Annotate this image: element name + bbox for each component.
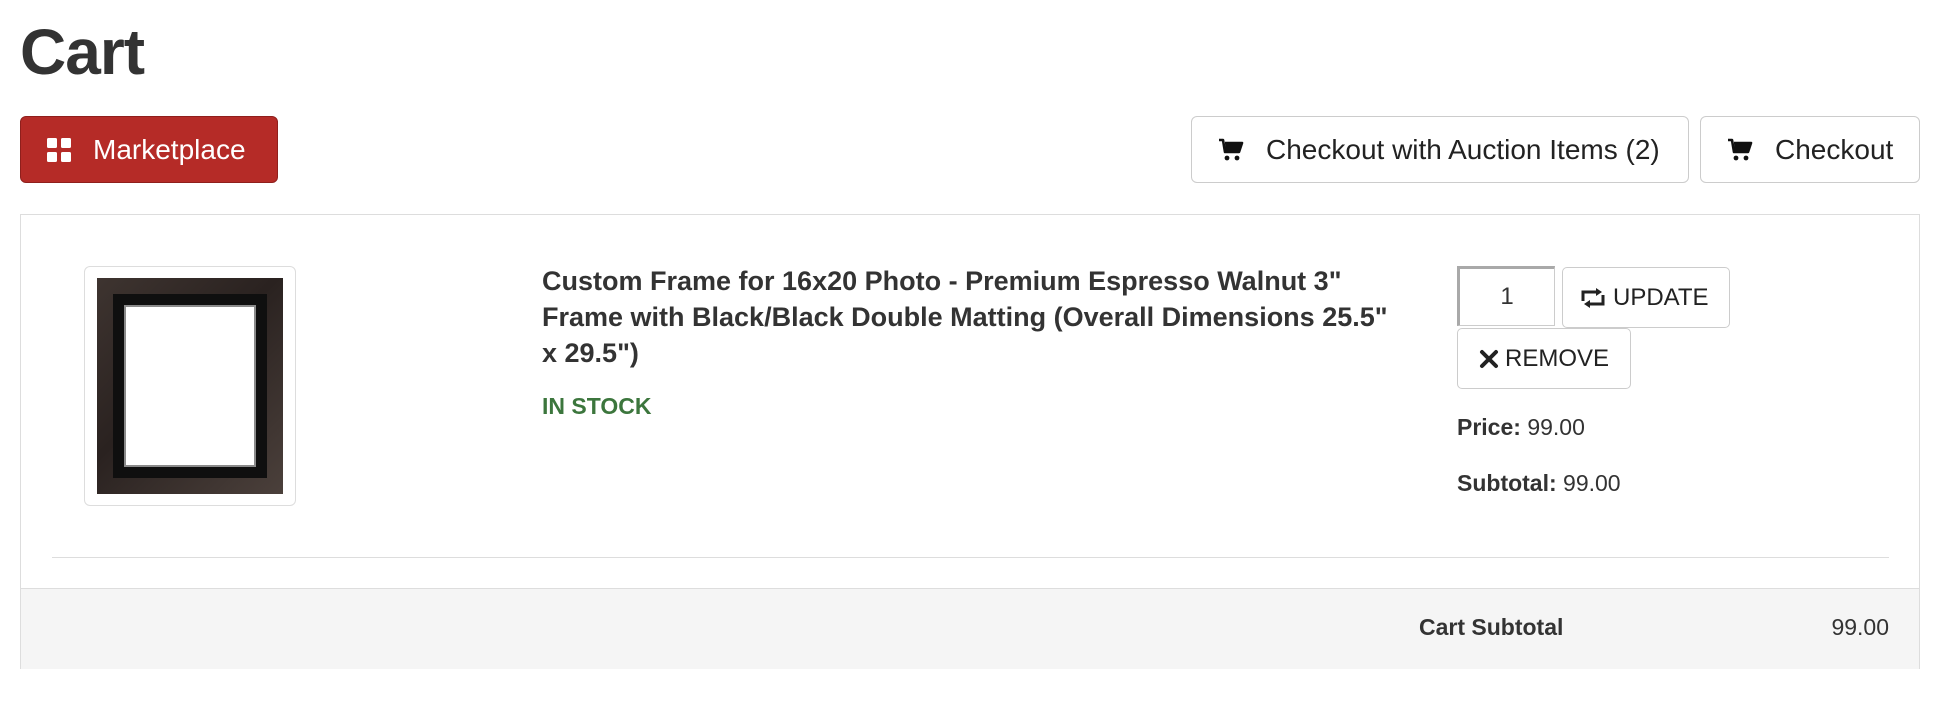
- stock-status: IN STOCK: [542, 393, 652, 419]
- item-price: Price: 99.00: [1457, 414, 1585, 441]
- marketplace-button[interactable]: Marketplace: [20, 116, 278, 183]
- frame-thumbnail-icon: [97, 278, 283, 494]
- cart-panel: Custom Frame for 16x20 Photo - Premium E…: [20, 214, 1920, 669]
- cart-subtotal-value: 99.00: [1831, 614, 1889, 640]
- cart-subtotal-label: Cart Subtotal: [1419, 614, 1564, 640]
- quantity-input[interactable]: [1457, 266, 1555, 326]
- subtotal-value: 99.00: [1563, 470, 1621, 496]
- price-value: 99.00: [1527, 414, 1585, 440]
- cart-icon: [1727, 137, 1753, 163]
- checkout-auction-items-label: Checkout with Auction Items (2): [1266, 133, 1660, 165]
- refresh-icon: [1579, 287, 1607, 309]
- grid-icon: [47, 137, 71, 162]
- subtotal-label: Subtotal:: [1457, 470, 1557, 496]
- page-title: Cart: [20, 16, 145, 88]
- checkout-auction-items-button[interactable]: Checkout with Auction Items (2): [1191, 116, 1689, 183]
- product-name: Custom Frame for 16x20 Photo - Premium E…: [542, 266, 1388, 368]
- price-label: Price:: [1457, 414, 1521, 440]
- cart-icon: [1218, 137, 1244, 163]
- close-icon: [1479, 349, 1499, 369]
- update-button-label: UPDATE: [1613, 283, 1709, 311]
- product-thumbnail[interactable]: [84, 266, 296, 506]
- checkout-button[interactable]: Checkout: [1700, 116, 1920, 183]
- cart-footer: Cart Subtotal 99.00: [21, 588, 1919, 669]
- cart-page: Cart Marketplace Checkout with Auction I…: [0, 0, 1936, 704]
- checkout-button-label: Checkout: [1775, 133, 1894, 165]
- marketplace-button-label: Marketplace: [93, 133, 246, 165]
- remove-button-label: REMOVE: [1505, 344, 1610, 372]
- item-subtotal: Subtotal: 99.00: [1457, 470, 1621, 497]
- update-button[interactable]: UPDATE: [1562, 267, 1730, 328]
- divider: [52, 557, 1889, 558]
- remove-button[interactable]: REMOVE: [1457, 328, 1631, 389]
